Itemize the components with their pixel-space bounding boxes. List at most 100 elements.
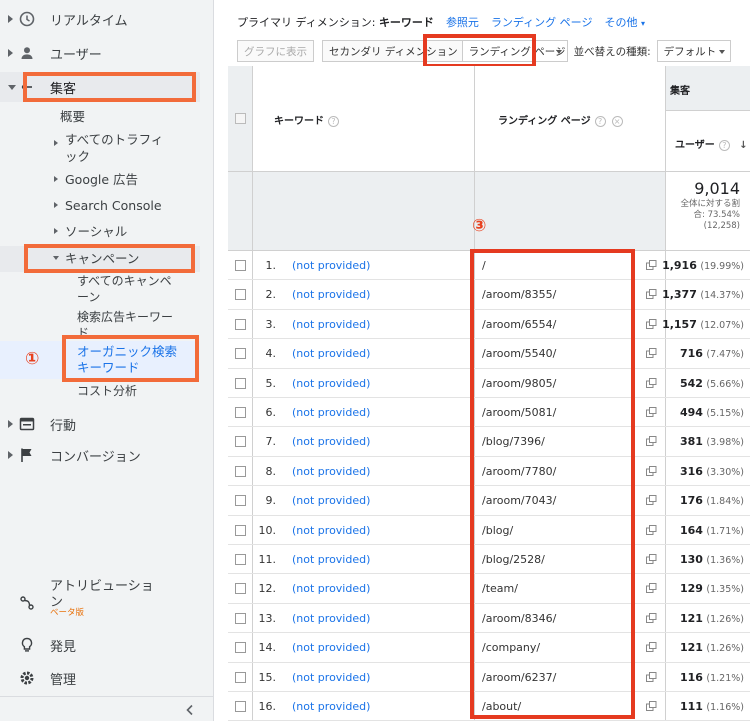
open-link-icon[interactable] — [646, 377, 657, 388]
sidebar-item-conversions[interactable]: コンバージョン — [0, 444, 214, 466]
sidebar-item-social[interactable]: ソーシャル — [65, 223, 127, 240]
row-checkbox[interactable] — [235, 348, 246, 360]
keyword-link[interactable]: (not provided) — [292, 524, 370, 537]
table-row[interactable]: 11. (not provided) /blog/2528/130 (1.36%) — [228, 545, 750, 575]
row-checkbox[interactable] — [235, 524, 246, 536]
row-checkbox[interactable] — [235, 554, 246, 565]
sidebar-item-realtime[interactable]: リアルタイム — [0, 8, 214, 30]
table-row[interactable]: 5. (not provided) /aroom/9805/542 (5.66%) — [228, 369, 750, 398]
row-checkbox[interactable] — [235, 583, 246, 595]
secondary-dimension-dropdown[interactable]: ランディング ページ — [461, 40, 568, 62]
table-row[interactable]: 7. (not provided) /blog/7396/381 (3.98%) — [228, 427, 750, 457]
open-link-icon[interactable] — [646, 465, 657, 476]
plot-rows-button[interactable]: グラフに表示 — [237, 40, 314, 62]
dimension-referral-link[interactable]: 参照元 — [446, 14, 479, 30]
open-link-icon[interactable] — [646, 260, 657, 270]
label-line-1: オーガニック検索 — [77, 344, 178, 359]
row-checkbox[interactable] — [235, 642, 246, 654]
open-link-icon[interactable] — [646, 495, 657, 506]
table-row[interactable]: 16. (not provided) /about/111 (1.16%) — [228, 692, 750, 721]
column-header-users[interactable]: ユーザー? ↓ — [675, 136, 748, 151]
row-checkbox[interactable] — [235, 495, 246, 507]
row-checkbox[interactable] — [235, 377, 246, 389]
sidebar-item-attribution[interactable]: アトリビューショ ン ベータ版 — [0, 578, 214, 628]
row-checkbox[interactable] — [235, 407, 246, 418]
table-row[interactable]: 10. (not provided) /blog/164 (1.71%) — [228, 516, 750, 545]
open-link-icon[interactable] — [646, 612, 657, 623]
table-row[interactable]: 1. (not provided) / 1,916 (19.99%) — [228, 251, 750, 281]
sidebar-item-users[interactable]: ユーザー — [0, 42, 214, 64]
help-icon[interactable]: ? — [594, 116, 606, 127]
open-link-icon[interactable] — [646, 701, 657, 711]
keyword-link[interactable]: (not provided) — [292, 465, 370, 478]
sidebar-item-organic-keywords[interactable]: オーガニック検索 キーワード — [77, 344, 177, 376]
table-row[interactable]: 8. (not provided) /aroom/7780/316 (3.30%) — [228, 457, 750, 487]
row-checkbox[interactable] — [235, 465, 246, 477]
sidebar-item-cost-analysis[interactable]: コスト分析 — [77, 383, 137, 400]
help-icon[interactable]: ? — [328, 116, 339, 127]
sidebar-item-behavior[interactable]: 行動 — [0, 413, 214, 435]
keyword-link[interactable]: (not provided) — [292, 435, 370, 448]
open-link-icon[interactable] — [646, 554, 657, 564]
sidebar-item-acquisition[interactable]: 集客 — [0, 76, 214, 98]
dimension-other-link[interactable]: その他 ▾ — [604, 14, 645, 30]
open-link-icon[interactable] — [646, 642, 657, 653]
row-checkbox[interactable] — [235, 612, 246, 624]
keyword-link[interactable]: (not provided) — [292, 347, 370, 360]
sidebar-item-all-campaigns[interactable]: すべてのキャンペ ーン — [77, 273, 172, 305]
dimension-landing-page-link[interactable]: ランディング ページ — [491, 14, 593, 30]
table-row[interactable]: 12. (not provided) /team/129 (1.35%) — [228, 574, 750, 604]
keyword-link[interactable]: (not provided) — [292, 612, 370, 625]
open-link-icon[interactable] — [646, 407, 657, 417]
table-row[interactable]: 6. (not provided) /aroom/5081/494 (5.15%) — [228, 398, 750, 428]
column-header-keyword[interactable]: キーワード? — [274, 112, 339, 127]
column-header-landing-page[interactable]: ランディング ページ? × — [498, 112, 623, 127]
table-row[interactable]: 4. (not provided) /aroom/5540/716 (7.47%) — [228, 339, 750, 369]
keyword-link[interactable]: (not provided) — [292, 406, 370, 419]
keyword-link[interactable]: (not provided) — [292, 288, 370, 301]
sidebar-item-discover[interactable]: 発見 — [0, 634, 214, 656]
row-checkbox[interactable] — [235, 671, 246, 683]
row-checkbox[interactable] — [235, 701, 246, 712]
totals-mid-cell — [252, 171, 665, 250]
sidebar-item-campaigns[interactable]: キャンペーン — [65, 250, 139, 267]
open-link-icon[interactable] — [646, 348, 657, 359]
row-checkbox[interactable] — [235, 289, 246, 301]
row-checkbox[interactable] — [235, 260, 246, 271]
collapse-sidebar-icon[interactable] — [183, 703, 197, 717]
sidebar-item-google-ads[interactable]: Google 広告 — [65, 171, 138, 188]
table-row[interactable]: 3. (not provided) /aroom/6554/1,157 (12.07… — [228, 310, 750, 340]
sidebar-item-paid-keywords[interactable]: 検索広告キーワー ド — [77, 309, 173, 341]
keyword-link[interactable]: (not provided) — [292, 700, 370, 713]
row-checkbox[interactable] — [235, 318, 246, 330]
select-all-checkbox[interactable] — [235, 113, 246, 124]
open-link-icon[interactable] — [646, 583, 657, 594]
table-row[interactable]: 9. (not provided) /aroom/7043/176 (1.84%) — [228, 486, 750, 516]
table-row[interactable]: 13. (not provided) /aroom/8346/121 (1.26%) — [228, 604, 750, 634]
keyword-link[interactable]: (not provided) — [292, 494, 370, 507]
open-link-icon[interactable] — [646, 318, 657, 329]
keyword-link[interactable]: (not provided) — [292, 318, 370, 331]
open-link-icon[interactable] — [646, 289, 657, 300]
sidebar-item-admin[interactable]: 管理 — [0, 667, 214, 689]
sidebar-item-search-console[interactable]: Search Console — [65, 197, 162, 214]
keyword-link[interactable]: (not provided) — [292, 671, 370, 684]
keyword-link[interactable]: (not provided) — [292, 641, 370, 654]
table-row[interactable]: 14. (not provided) /company/121 (1.26%) — [228, 633, 750, 663]
keyword-link[interactable]: (not provided) — [292, 377, 370, 390]
open-link-icon[interactable] — [646, 436, 657, 447]
keyword-link[interactable]: (not provided) — [292, 582, 370, 595]
users-value: 716 (7.47%) — [680, 347, 744, 360]
row-checkbox[interactable] — [235, 436, 246, 448]
sidebar-item-all-traffic[interactable]: すべてのトラフィ ック — [65, 131, 163, 165]
keyword-link[interactable]: (not provided) — [292, 553, 370, 566]
sort-type-dropdown[interactable]: デフォルト — [656, 40, 731, 62]
open-link-icon[interactable] — [646, 524, 657, 535]
keyword-link[interactable]: (not provided) — [292, 259, 370, 272]
sidebar-item-overview[interactable]: 概要 — [60, 108, 85, 125]
open-link-icon[interactable] — [646, 671, 657, 682]
remove-dimension-icon[interactable]: × — [611, 116, 623, 127]
help-icon[interactable]: ? — [718, 140, 730, 151]
table-row[interactable]: 2. (not provided) /aroom/8355/1,377 (14.37… — [228, 280, 750, 310]
table-row[interactable]: 15. (not provided) /aroom/6237/116 (1.21%) — [228, 663, 750, 692]
